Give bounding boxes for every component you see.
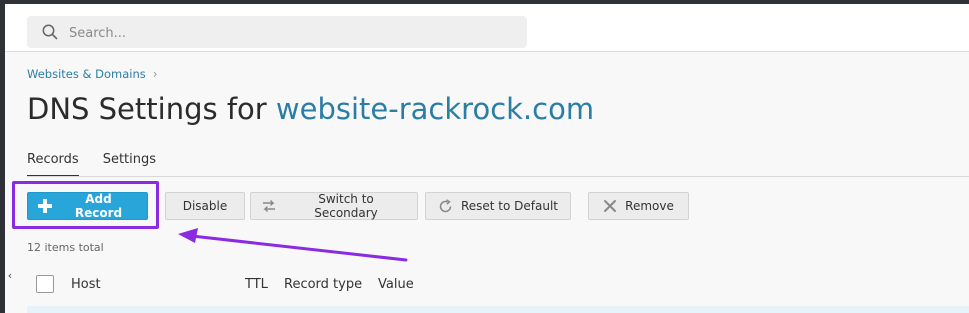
reset-to-default-label: Reset to Default xyxy=(460,199,559,213)
reset-icon xyxy=(438,198,453,214)
breadcrumb-websites-domains[interactable]: Websites & Domains xyxy=(27,67,146,81)
reset-to-default-button[interactable]: Reset to Default xyxy=(425,192,571,220)
remove-label: Remove xyxy=(625,199,674,213)
remove-button[interactable]: Remove xyxy=(588,192,689,220)
annotation-arrow xyxy=(178,228,408,262)
tab-settings[interactable]: Settings xyxy=(103,152,156,175)
add-record-highlight xyxy=(12,181,159,229)
column-value[interactable]: Value xyxy=(378,277,414,292)
switch-icon xyxy=(261,199,277,213)
tabs-divider xyxy=(27,176,969,177)
page-title-domain: website-rackrock.com xyxy=(275,92,595,126)
page-title-prefix: DNS Settings for xyxy=(27,92,276,126)
table-first-row xyxy=(27,306,969,313)
search-box[interactable] xyxy=(27,16,527,50)
switch-to-secondary-label: Switch to Secondary xyxy=(314,192,378,220)
column-record-type[interactable]: Record type xyxy=(284,277,362,292)
top-bar xyxy=(0,0,969,52)
table-header: Host TTL Record type Value xyxy=(27,266,969,306)
page-title: DNS Settings for website-rackrock.com xyxy=(27,92,594,126)
remove-icon xyxy=(603,199,617,213)
search-input[interactable] xyxy=(67,16,511,50)
disable-button[interactable]: Disable xyxy=(165,192,245,220)
tabs: Records Settings xyxy=(27,152,180,177)
search-icon xyxy=(42,24,58,40)
chevron-left-icon[interactable]: ‹ xyxy=(5,262,15,288)
disable-label: Disable xyxy=(182,199,228,213)
switch-to-secondary-button[interactable]: Switch to Secondary xyxy=(250,192,418,220)
items-total: 12 items total xyxy=(27,241,104,254)
select-all-checkbox[interactable] xyxy=(36,275,54,293)
column-ttl[interactable]: TTL xyxy=(245,277,268,292)
breadcrumb: Websites & Domains › xyxy=(27,67,158,81)
tab-records[interactable]: Records xyxy=(27,152,79,177)
breadcrumb-separator: › xyxy=(152,67,158,81)
column-host[interactable]: Host xyxy=(71,277,101,292)
